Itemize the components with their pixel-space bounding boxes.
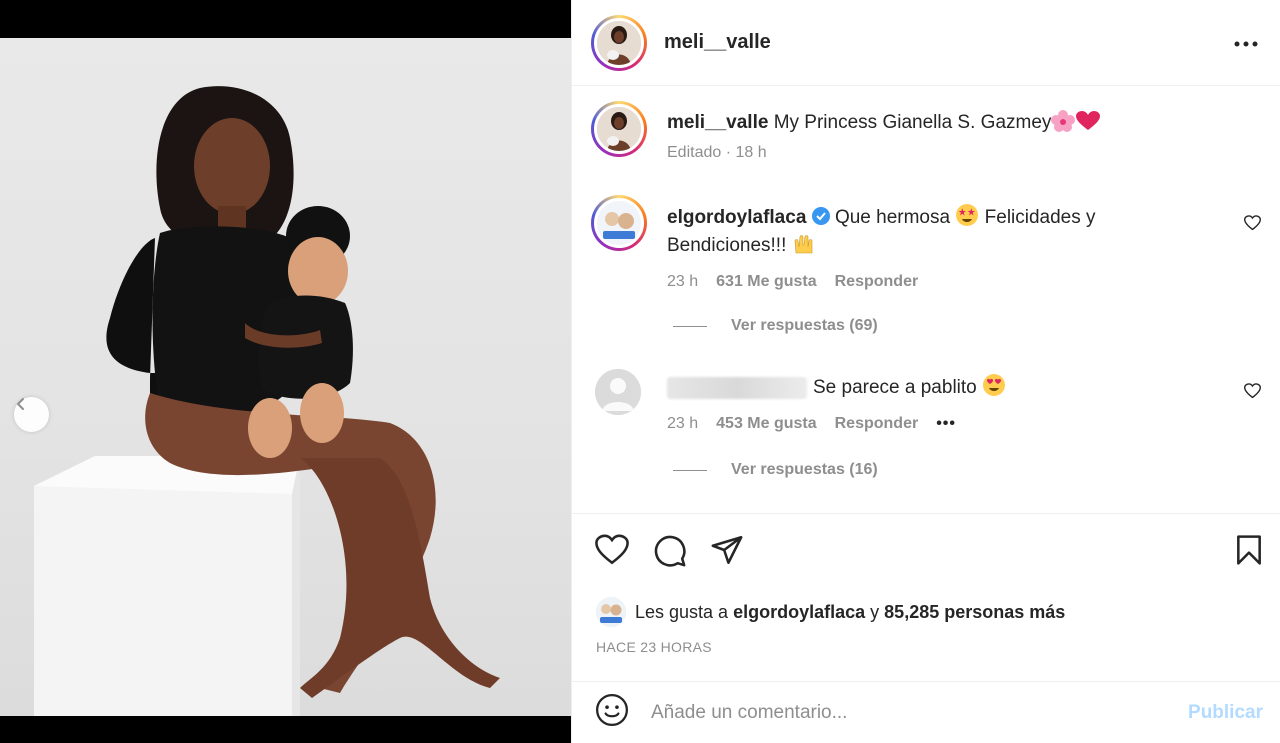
add-comment-bar: Publicar [572, 681, 1280, 743]
more-horizontal-icon [1234, 41, 1258, 47]
like-button[interactable] [595, 534, 629, 571]
likes-summary: Les gusta a elgordoylaflaca y 85,285 per… [596, 597, 1065, 627]
more-options-button[interactable] [1234, 30, 1258, 50]
likes-joiner: y [870, 601, 880, 622]
replies-divider [673, 469, 707, 471]
replies-divider [673, 325, 707, 327]
commenter-avatar[interactable] [591, 195, 647, 251]
white-cube [34, 456, 300, 716]
default-user-icon [595, 369, 641, 415]
comment-item: elgordoylaflaca Que hermosa Felicidades … [591, 195, 1262, 315]
likes-others[interactable]: 85,285 personas más [884, 602, 1065, 623]
comment-text-cont2: Bendiciones!!! [667, 235, 787, 256]
chevron-left-icon [17, 398, 24, 410]
comment-text: Que hermosa [834, 207, 951, 228]
comment-item: Se parece a pablito 23 h 453 Me gusta Re… [591, 369, 1262, 439]
comment-icon [654, 535, 686, 567]
caption-text: My Princess Gianella S. Gazmey [773, 112, 1052, 133]
woman-face [194, 118, 270, 214]
caption: meli__valle My Princess Gianella S. Gazm… [591, 101, 1261, 171]
baby-face [288, 237, 348, 305]
avatar-image [597, 20, 641, 65]
heart-eyes-emoji-icon [983, 374, 1006, 396]
view-replies-button[interactable]: Ver respuestas (16) [673, 461, 878, 479]
emoji-picker-button[interactable] [595, 693, 629, 732]
post-photo[interactable] [0, 38, 571, 716]
save-button[interactable] [1234, 534, 1264, 571]
comments-section: meli__valle My Princess Gianella S. Gazm… [572, 87, 1280, 513]
post-media-panel [0, 0, 571, 743]
caption-username[interactable]: meli__valle [667, 112, 768, 133]
hidden-username [667, 376, 807, 399]
red-heart-emoji-icon [1076, 111, 1101, 130]
view-replies-button[interactable]: Ver respuestas (69) [673, 317, 878, 335]
avatar-image [597, 107, 641, 151]
comment-likes[interactable]: 453 Me gusta [716, 415, 816, 433]
smiley-icon [595, 693, 629, 727]
likes-user[interactable]: elgordoylaflaca [733, 602, 865, 623]
comment-options-button[interactable]: ••• [936, 415, 956, 433]
heart-outline-icon [1243, 215, 1262, 231]
baby-outfit [258, 295, 353, 399]
commenter-username[interactable]: elgordoylaflaca [667, 207, 806, 228]
likes-prefix: Les gusta a [635, 601, 729, 622]
share-icon [711, 535, 743, 565]
share-button[interactable] [710, 534, 744, 571]
post-details-panel: meli__valle meli__valle My Princess Gian… [571, 0, 1280, 743]
raised-hands-emoji-icon [794, 235, 812, 254]
author-avatar[interactable] [591, 14, 647, 71]
comment-text: Se parece a pablito [813, 377, 977, 398]
photo-illustration [34, 86, 500, 716]
comment-likes[interactable]: 631 Me gusta [716, 273, 816, 291]
caption-avatar[interactable] [591, 101, 647, 157]
author-username[interactable]: meli__valle [664, 31, 771, 54]
heart-outline-icon [1243, 383, 1262, 399]
comment-time: 23 h [667, 273, 699, 290]
carousel-prev-button[interactable] [14, 397, 49, 432]
comment-text-cont: Felicidades y [984, 207, 1096, 228]
comment-like-button[interactable] [1243, 383, 1262, 404]
star-struck-emoji-icon [956, 204, 979, 226]
commenter-avatar-default[interactable] [595, 369, 641, 415]
bookmark-icon [1237, 535, 1261, 565]
post-actions [572, 513, 1280, 591]
liker-avatar[interactable] [596, 597, 626, 627]
view-replies-label: Ver respuestas (69) [731, 317, 878, 334]
post-timestamp: HACE 23 HORAS [596, 639, 712, 655]
post-header: meli__valle [572, 0, 1280, 86]
comment-like-button[interactable] [1243, 215, 1262, 236]
comment-time: 23 h [667, 415, 699, 432]
view-replies-label: Ver respuestas (16) [731, 461, 878, 478]
flower-emoji-icon [1051, 110, 1076, 132]
avatar-image [597, 201, 641, 245]
reply-button[interactable]: Responder [835, 415, 919, 433]
caption-meta: Editado · 18 h [667, 144, 767, 161]
comment-button[interactable] [653, 534, 687, 573]
heart-icon [595, 534, 629, 565]
reply-button[interactable]: Responder [835, 273, 919, 291]
publish-button[interactable]: Publicar [1188, 702, 1263, 724]
verified-badge-icon [811, 207, 830, 225]
comment-input[interactable] [651, 701, 1171, 724]
avatar-image [596, 597, 626, 627]
